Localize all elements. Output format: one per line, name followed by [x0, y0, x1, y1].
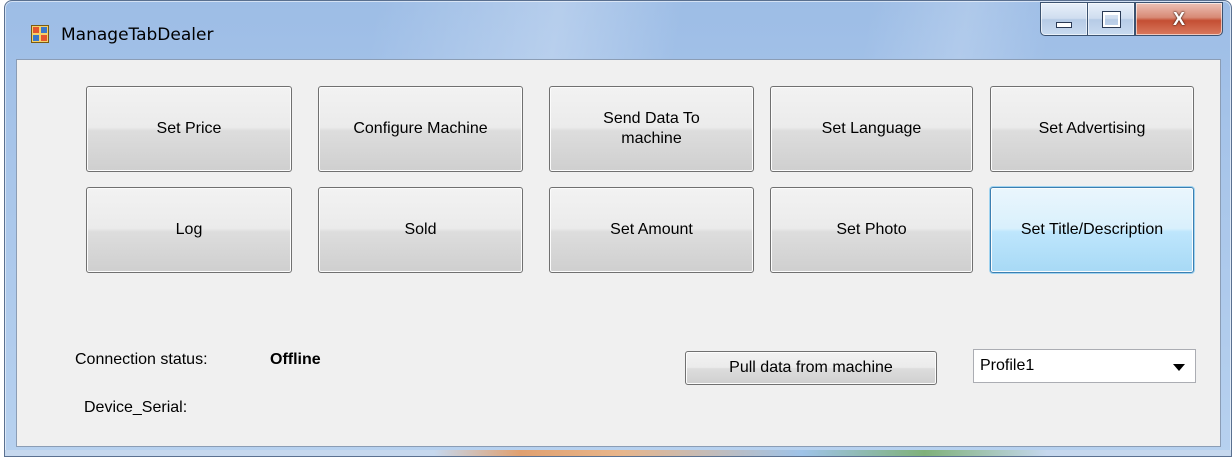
connection-status-value: Offline	[270, 351, 321, 368]
window-bottom-edge	[5, 450, 1231, 456]
maximize-icon	[1101, 10, 1121, 28]
app-icon	[31, 25, 49, 43]
maximize-button[interactable]	[1087, 2, 1135, 36]
log-button[interactable]: Log	[86, 187, 292, 273]
form-client-area: Set Price Configure Machine Send Data To…	[16, 59, 1221, 447]
main-window: ManageTabDealer X Set Price Configure Ma…	[4, 0, 1232, 457]
close-button[interactable]: X	[1135, 2, 1223, 36]
minimize-icon	[1056, 22, 1072, 28]
set-language-button[interactable]: Set Language	[770, 86, 973, 172]
pull-data-from-machine-button[interactable]: Pull data from machine	[685, 351, 937, 385]
connection-status-label: Connection status:	[75, 351, 208, 368]
minimize-button[interactable]	[1040, 2, 1087, 36]
set-photo-button[interactable]: Set Photo	[770, 187, 973, 273]
device-serial-label: Device_Serial:	[84, 399, 188, 416]
window-title: ManageTabDealer	[61, 25, 214, 45]
set-advertising-button[interactable]: Set Advertising	[990, 86, 1194, 172]
set-amount-button[interactable]: Set Amount	[549, 187, 754, 273]
caption-buttons: X	[1040, 2, 1223, 36]
profile-select-value: Profile1	[980, 357, 1035, 374]
set-price-button[interactable]: Set Price	[86, 86, 292, 172]
send-data-to-machine-button[interactable]: Send Data To machine	[549, 86, 754, 172]
close-icon: X	[1172, 8, 1185, 29]
sold-button[interactable]: Sold	[318, 187, 523, 273]
title-bar[interactable]: ManageTabDealer X	[5, 1, 1231, 59]
set-title-description-button[interactable]: Set Title/Description	[990, 187, 1194, 273]
chevron-down-icon[interactable]	[1173, 364, 1185, 371]
profile-select[interactable]: Profile1	[973, 349, 1196, 383]
configure-machine-button[interactable]: Configure Machine	[318, 86, 523, 172]
